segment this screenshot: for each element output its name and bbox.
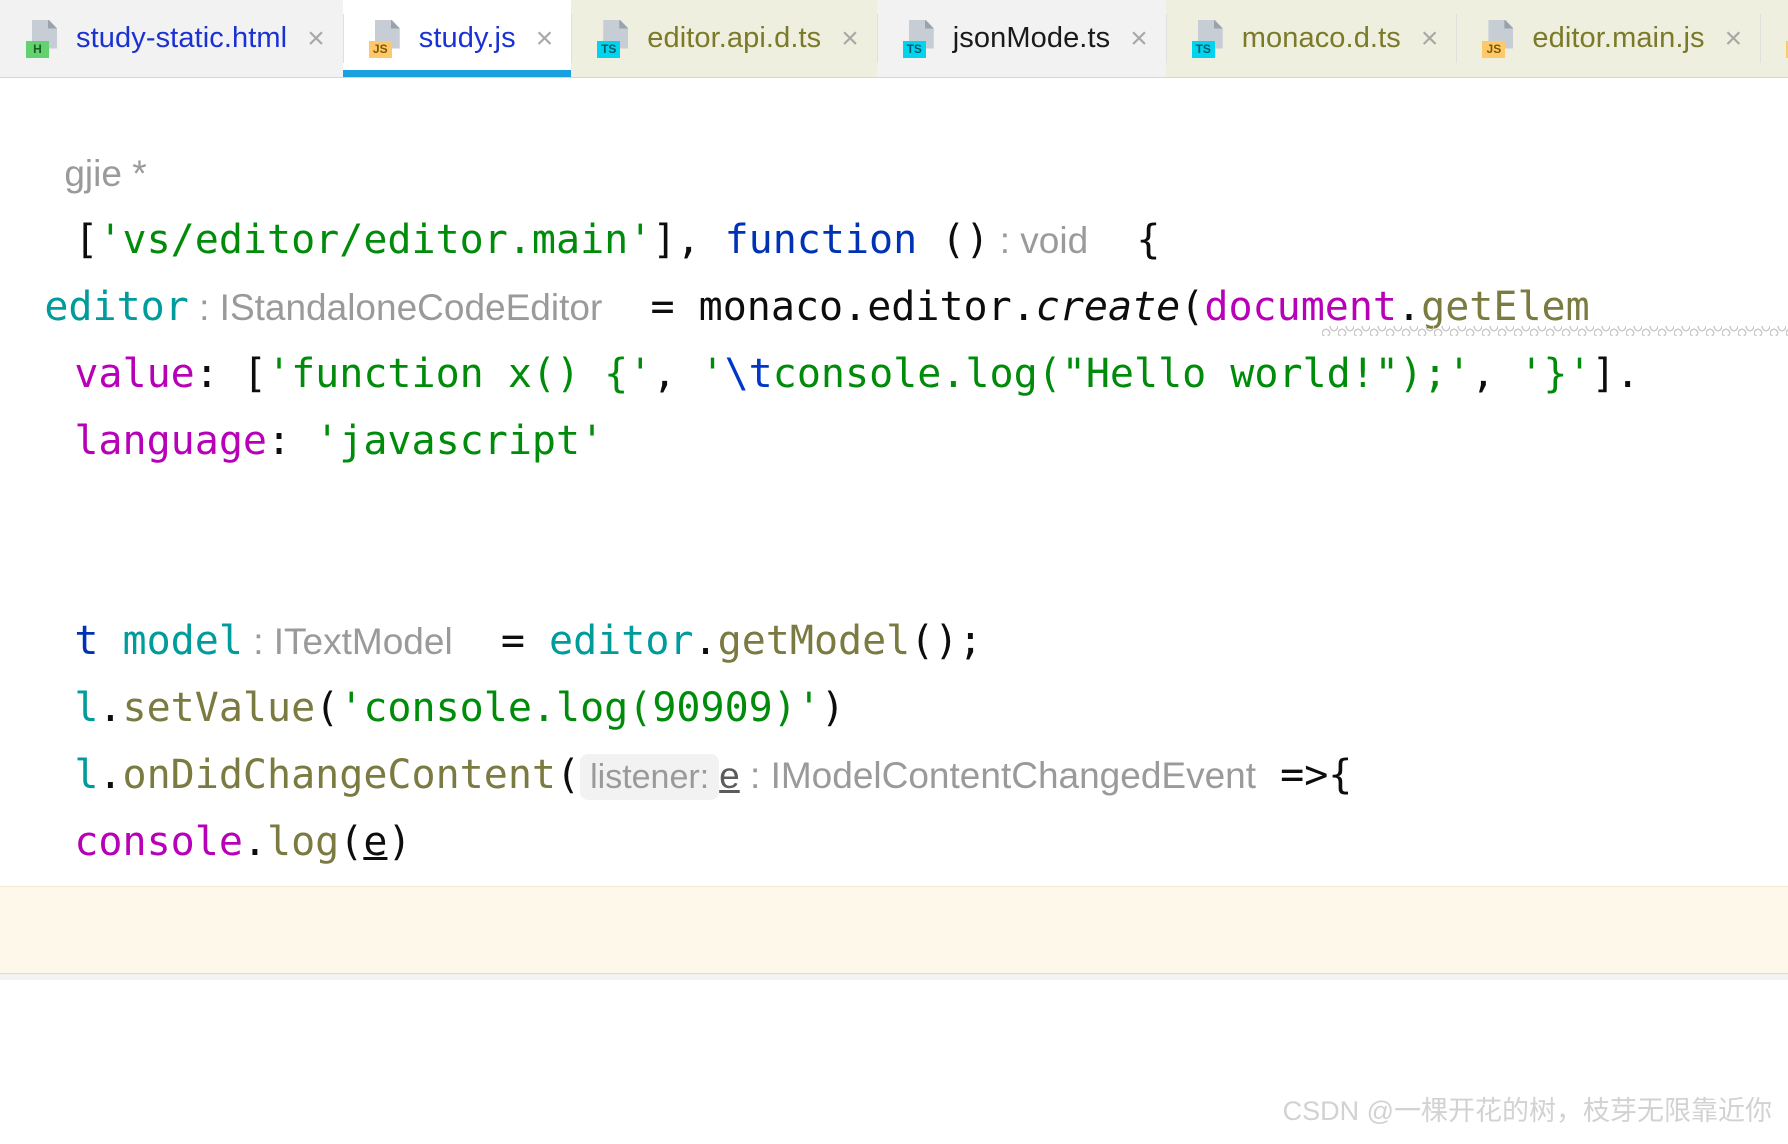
code-token-global: console — [74, 819, 243, 865]
tab-study-static-html[interactable]: H study-static.html × — [0, 0, 343, 77]
code-token-function: log — [267, 819, 340, 865]
tab-study-js[interactable]: JS study.js × — [342, 0, 572, 77]
ts-file-badge: TS — [902, 40, 926, 58]
close-icon[interactable]: × — [1725, 23, 1743, 54]
code-token-string: ' — [700, 351, 725, 397]
code-line: t model : ITextModel = editor.getModel()… — [0, 541, 982, 664]
html-file-icon: H — [26, 19, 60, 58]
code-line: ['vs/editor/editor.main'], function () :… — [0, 140, 1160, 263]
bottom-tool-panel[interactable]: CSDN @一棵开花的树，枝芽无限靠近你 — [0, 980, 1788, 1144]
code-token: : — [266, 418, 316, 464]
code-line: editor : IStandaloneCodeEditor = monaco.… — [0, 207, 1589, 330]
tab-label: editor.main.js — [1532, 22, 1705, 54]
code-token: (); — [910, 618, 983, 664]
code-line: l.setValue('console.log(90909)') — [0, 608, 845, 731]
tab-editor-main-js[interactable]: JS editor.main.js × — [1456, 0, 1761, 77]
code-token-type-hint: : IModelContentChangedEvent — [739, 755, 1257, 796]
tab-label: monaco.d.ts — [1241, 22, 1401, 54]
close-icon[interactable]: × — [1421, 23, 1439, 54]
js-file-badge: JS — [1482, 40, 1506, 58]
code-token: . — [242, 819, 267, 865]
ts-file-badge: TS — [597, 40, 621, 58]
tab-monaco-d-ts[interactable]: TS monaco.d.ts × — [1165, 0, 1457, 77]
ts-file-icon: TS — [597, 19, 631, 58]
warning-highlight-band — [0, 886, 1788, 973]
code-token-string: '}' — [1519, 351, 1592, 397]
ts-file-icon: TS — [1191, 19, 1226, 58]
tab-label: study.js — [418, 22, 516, 54]
tab-label: study-static.html — [76, 22, 288, 54]
code-line: language: 'javascript' — [0, 341, 604, 464]
parameter-name-hint[interactable]: listener: — [580, 754, 720, 800]
close-icon[interactable]: × — [1130, 23, 1148, 54]
code-token-property: language — [74, 418, 267, 464]
tab-label: jsonMode.ts — [952, 22, 1111, 54]
close-icon[interactable]: × — [307, 23, 325, 54]
code-line: value: ['function x() {', '\tconsole.log… — [0, 274, 1639, 397]
code-line: l.onDidChangeContent(listener: e : IModel… — [0, 675, 1352, 800]
code-token: ( — [556, 752, 581, 798]
code-token-parameter: e — [363, 819, 388, 865]
code-token: , — [1471, 351, 1520, 397]
ts-file-icon: TS — [902, 19, 937, 58]
code-editor-viewport[interactable]: gjie * ['vs/editor/editor.main'], functi… — [0, 78, 1788, 886]
panel-divider — [0, 973, 1788, 980]
close-icon[interactable]: × — [841, 23, 859, 54]
html-file-badge: H — [26, 40, 49, 58]
js-file-icon: JS — [368, 19, 403, 58]
code-token: ]. — [1591, 351, 1640, 397]
ts-file-badge: TS — [1191, 40, 1215, 58]
code-line: console.log(e) — [0, 742, 411, 865]
code-line: gjie * — [0, 78, 146, 194]
close-icon[interactable]: × — [536, 23, 554, 54]
code-token: ) — [387, 819, 412, 865]
editor-tab-bar: H study-static.html × JS study.js × TS e… — [0, 0, 1788, 78]
tab-editor-api-d-ts[interactable]: TS editor.api.d.ts × — [571, 0, 877, 77]
js-file-icon: JS — [1482, 19, 1516, 58]
code-token: =>{ — [1256, 752, 1353, 798]
code-token-parameter: e — [719, 755, 740, 796]
js-file-badge: JS — [368, 40, 392, 58]
tab-overflow-partial[interactable]: JS — [1760, 0, 1788, 77]
code-token-string: 'javascript' — [315, 418, 605, 464]
code-token-escape: \t — [724, 351, 773, 397]
tab-jsonmode-ts[interactable]: TS jsonMode.ts × — [876, 0, 1166, 77]
tab-label: editor.api.d.ts — [647, 22, 822, 54]
watermark-text: CSDN @一棵开花的树，枝芽无限靠近你 — [1282, 1096, 1772, 1126]
code-token: ( — [339, 819, 364, 865]
code-token: , — [652, 351, 701, 397]
code-token-string: console.log("Hello world!");' — [772, 351, 1472, 397]
